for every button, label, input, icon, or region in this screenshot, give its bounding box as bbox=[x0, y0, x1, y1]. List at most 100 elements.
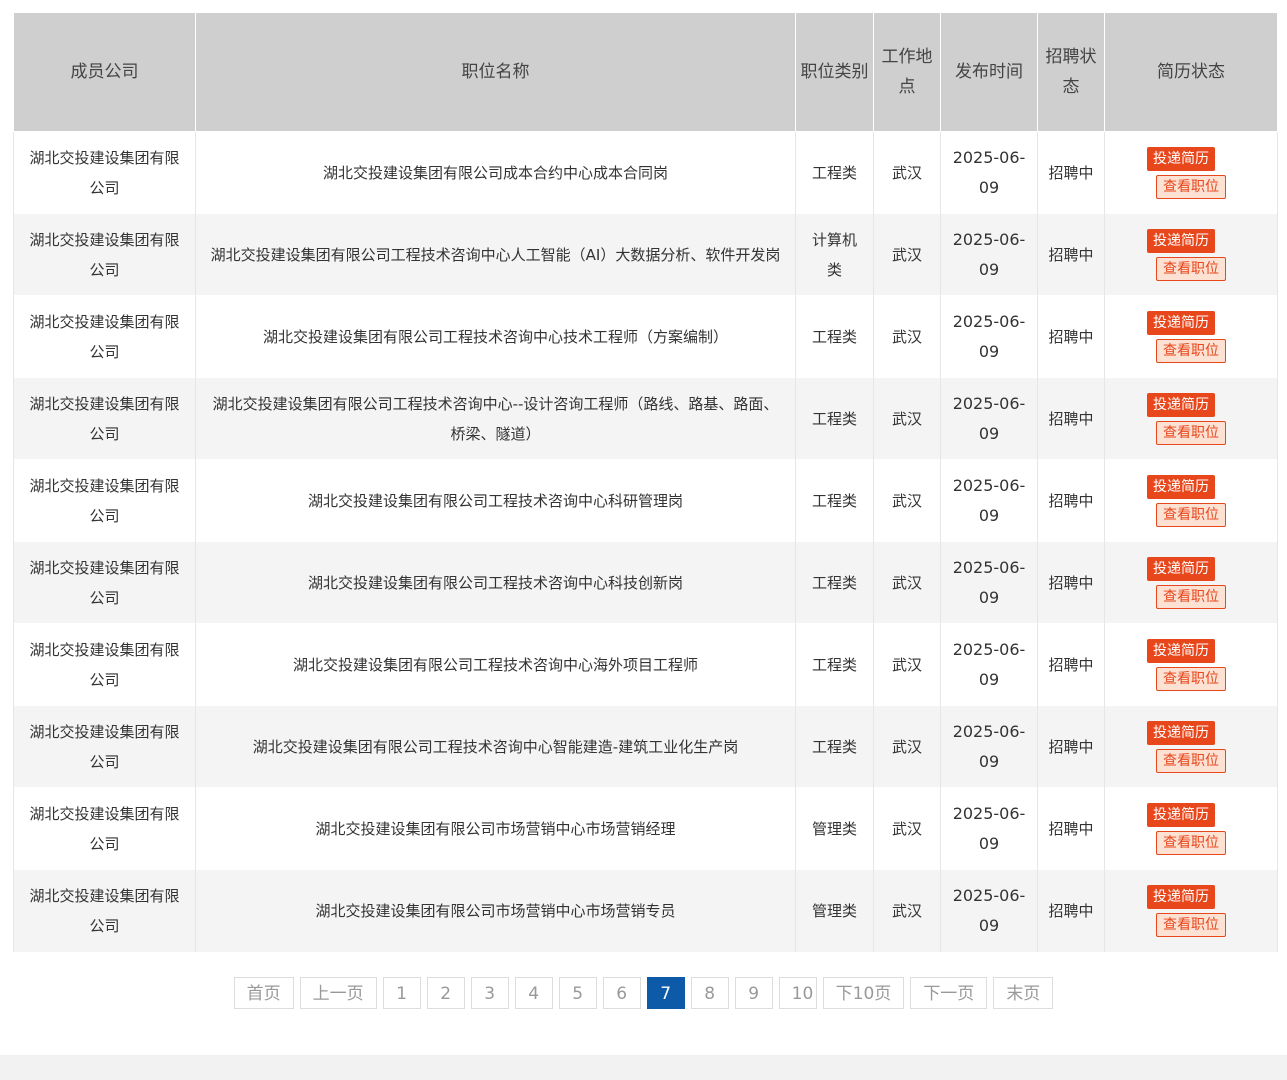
cell-date: 2025-06-09 bbox=[940, 459, 1038, 542]
cell-location: 武汉 bbox=[873, 213, 941, 296]
page-3-button[interactable]: 3 bbox=[470, 977, 509, 1009]
cell-resume-actions: 投递简历查看职位 bbox=[1104, 459, 1278, 542]
page-2-button[interactable]: 2 bbox=[426, 977, 465, 1009]
table-row: 湖北交投建设集团有限公司 湖北交投建设集团有限公司工程技术咨询中心科研管理岗 工程类… bbox=[13, 459, 1278, 542]
cell-category: 工程类 bbox=[795, 459, 874, 542]
resume-actions: 投递简历查看职位 bbox=[1115, 884, 1267, 937]
view-position-button[interactable]: 查看职位 bbox=[1156, 830, 1226, 855]
cell-company: 湖北交投建设集团有限公司 bbox=[13, 869, 196, 952]
view-position-button[interactable]: 查看职位 bbox=[1156, 502, 1226, 527]
footer-bar bbox=[0, 1055, 1287, 1080]
cell-date: 2025-06-09 bbox=[940, 213, 1038, 296]
cell-status: 招聘中 bbox=[1037, 705, 1105, 788]
table-row: 湖北交投建设集团有限公司 湖北交投建设集团有限公司市场营销中心市场营销专员 管理类武… bbox=[13, 869, 1278, 952]
cell-position: 湖北交投建设集团有限公司工程技术咨询中心--设计咨询工程师（路线、路基、路面、桥… bbox=[195, 377, 796, 460]
resume-actions: 投递简历查看职位 bbox=[1115, 802, 1267, 855]
cell-status: 招聘中 bbox=[1037, 459, 1105, 542]
cell-date: 2025-06-09 bbox=[940, 787, 1038, 870]
resume-actions: 投递简历查看职位 bbox=[1115, 228, 1267, 281]
page-5-button[interactable]: 5 bbox=[558, 977, 597, 1009]
cell-resume-actions: 投递简历查看职位 bbox=[1104, 787, 1278, 870]
cell-resume-actions: 投递简历查看职位 bbox=[1104, 623, 1278, 706]
cell-category: 工程类 bbox=[795, 623, 874, 706]
cell-status: 招聘中 bbox=[1037, 131, 1105, 214]
pagination: 首页 上一页 1 2 3 4 5 6 7 8 9 10 下10页 下一页 末页 bbox=[0, 977, 1287, 1009]
view-position-button[interactable]: 查看职位 bbox=[1156, 912, 1226, 937]
header-resume: 简历状态 bbox=[1104, 13, 1278, 132]
cell-company: 湖北交投建设集团有限公司 bbox=[13, 787, 196, 870]
apply-resume-button[interactable]: 投递简历 bbox=[1147, 638, 1215, 663]
table-row: 湖北交投建设集团有限公司 湖北交投建设集团有限公司工程技术咨询中心海外项目工程师工… bbox=[13, 623, 1278, 706]
cell-status: 招聘中 bbox=[1037, 541, 1105, 624]
cell-position: 湖北交投建设集团有限公司工程技术咨询中心海外项目工程师 bbox=[195, 623, 796, 706]
apply-resume-button[interactable]: 投递简历 bbox=[1147, 720, 1215, 745]
table-body: 湖北交投建设集团有限公司 湖北交投建设集团有限公司成本合约中心成本合同岗 工程类 武汉… bbox=[13, 131, 1278, 952]
page-prev-button[interactable]: 上一页 bbox=[299, 977, 377, 1009]
page-first-button[interactable]: 首页 bbox=[233, 977, 294, 1009]
apply-resume-button[interactable]: 投递简历 bbox=[1147, 474, 1215, 499]
view-position-button[interactable]: 查看职位 bbox=[1156, 338, 1226, 363]
table-row: 湖北交投建设集团有限公司 湖北交投建设集团有限公司工程技术咨询中心人工智能（AI）… bbox=[13, 213, 1278, 296]
cell-status: 招聘中 bbox=[1037, 377, 1105, 460]
cell-resume-actions: 投递简历查看职位 bbox=[1104, 213, 1278, 296]
table-row: 湖北交投建设集团有限公司 湖北交投建设集团有限公司工程技术咨询中心科技创新岗 工程类… bbox=[13, 541, 1278, 624]
page-7-button-current[interactable]: 7 bbox=[646, 977, 685, 1009]
cell-resume-actions: 投递简历查看职位 bbox=[1104, 295, 1278, 378]
cell-company: 湖北交投建设集团有限公司 bbox=[13, 459, 196, 542]
page-4-button[interactable]: 4 bbox=[514, 977, 553, 1009]
apply-resume-button[interactable]: 投递简历 bbox=[1147, 392, 1215, 417]
cell-location: 武汉 bbox=[873, 377, 941, 460]
cell-position: 湖北交投建设集团有限公司市场营销中心市场营销专员 bbox=[195, 869, 796, 952]
cell-position: 湖北交投建设集团有限公司工程技术咨询中心科研管理岗 bbox=[195, 459, 796, 542]
cell-location: 武汉 bbox=[873, 623, 941, 706]
cell-category: 工程类 bbox=[795, 131, 874, 214]
resume-actions: 投递简历查看职位 bbox=[1115, 146, 1267, 199]
apply-resume-button[interactable]: 投递简历 bbox=[1147, 228, 1215, 253]
page-9-button[interactable]: 9 bbox=[734, 977, 773, 1009]
cell-location: 武汉 bbox=[873, 131, 941, 214]
cell-category: 工程类 bbox=[795, 541, 874, 624]
cell-location: 武汉 bbox=[873, 869, 941, 952]
cell-location: 武汉 bbox=[873, 787, 941, 870]
header-status: 招聘状态 bbox=[1037, 13, 1105, 132]
cell-status: 招聘中 bbox=[1037, 787, 1105, 870]
cell-resume-actions: 投递简历查看职位 bbox=[1104, 869, 1278, 952]
apply-resume-button[interactable]: 投递简历 bbox=[1147, 802, 1215, 827]
cell-company: 湖北交投建设集团有限公司 bbox=[13, 541, 196, 624]
page-next10-button[interactable]: 下10页 bbox=[822, 977, 905, 1009]
resume-actions: 投递简历查看职位 bbox=[1115, 556, 1267, 609]
cell-location: 武汉 bbox=[873, 459, 941, 542]
cell-location: 武汉 bbox=[873, 541, 941, 624]
cell-position: 湖北交投建设集团有限公司工程技术咨询中心科技创新岗 bbox=[195, 541, 796, 624]
page-6-button[interactable]: 6 bbox=[602, 977, 641, 1009]
cell-date: 2025-06-09 bbox=[940, 705, 1038, 788]
page-next-button[interactable]: 下一页 bbox=[910, 977, 988, 1009]
page-8-button[interactable]: 8 bbox=[690, 977, 729, 1009]
view-position-button[interactable]: 查看职位 bbox=[1156, 584, 1226, 609]
resume-actions: 投递简历查看职位 bbox=[1115, 720, 1267, 773]
view-position-button[interactable]: 查看职位 bbox=[1156, 420, 1226, 445]
cell-company: 湖北交投建设集团有限公司 bbox=[13, 705, 196, 788]
cell-company: 湖北交投建设集团有限公司 bbox=[13, 623, 196, 706]
cell-category: 管理类 bbox=[795, 787, 874, 870]
view-position-button[interactable]: 查看职位 bbox=[1156, 666, 1226, 691]
cell-company: 湖北交投建设集团有限公司 bbox=[13, 377, 196, 460]
view-position-button[interactable]: 查看职位 bbox=[1156, 174, 1226, 199]
view-position-button[interactable]: 查看职位 bbox=[1156, 256, 1226, 281]
cell-category: 工程类 bbox=[795, 705, 874, 788]
page-10-button[interactable]: 10 bbox=[778, 977, 817, 1009]
apply-resume-button[interactable]: 投递简历 bbox=[1147, 146, 1215, 171]
page-last-button[interactable]: 末页 bbox=[993, 977, 1054, 1009]
cell-date: 2025-06-09 bbox=[940, 623, 1038, 706]
cell-date: 2025-06-09 bbox=[940, 377, 1038, 460]
apply-resume-button[interactable]: 投递简历 bbox=[1147, 884, 1215, 909]
apply-resume-button[interactable]: 投递简历 bbox=[1147, 556, 1215, 581]
view-position-button[interactable]: 查看职位 bbox=[1156, 748, 1226, 773]
header-position: 职位名称 bbox=[195, 13, 796, 132]
page-1-button[interactable]: 1 bbox=[382, 977, 421, 1009]
cell-category: 计算机类 bbox=[795, 213, 874, 296]
cell-category: 管理类 bbox=[795, 869, 874, 952]
cell-status: 招聘中 bbox=[1037, 295, 1105, 378]
apply-resume-button[interactable]: 投递简历 bbox=[1147, 310, 1215, 335]
cell-status: 招聘中 bbox=[1037, 623, 1105, 706]
